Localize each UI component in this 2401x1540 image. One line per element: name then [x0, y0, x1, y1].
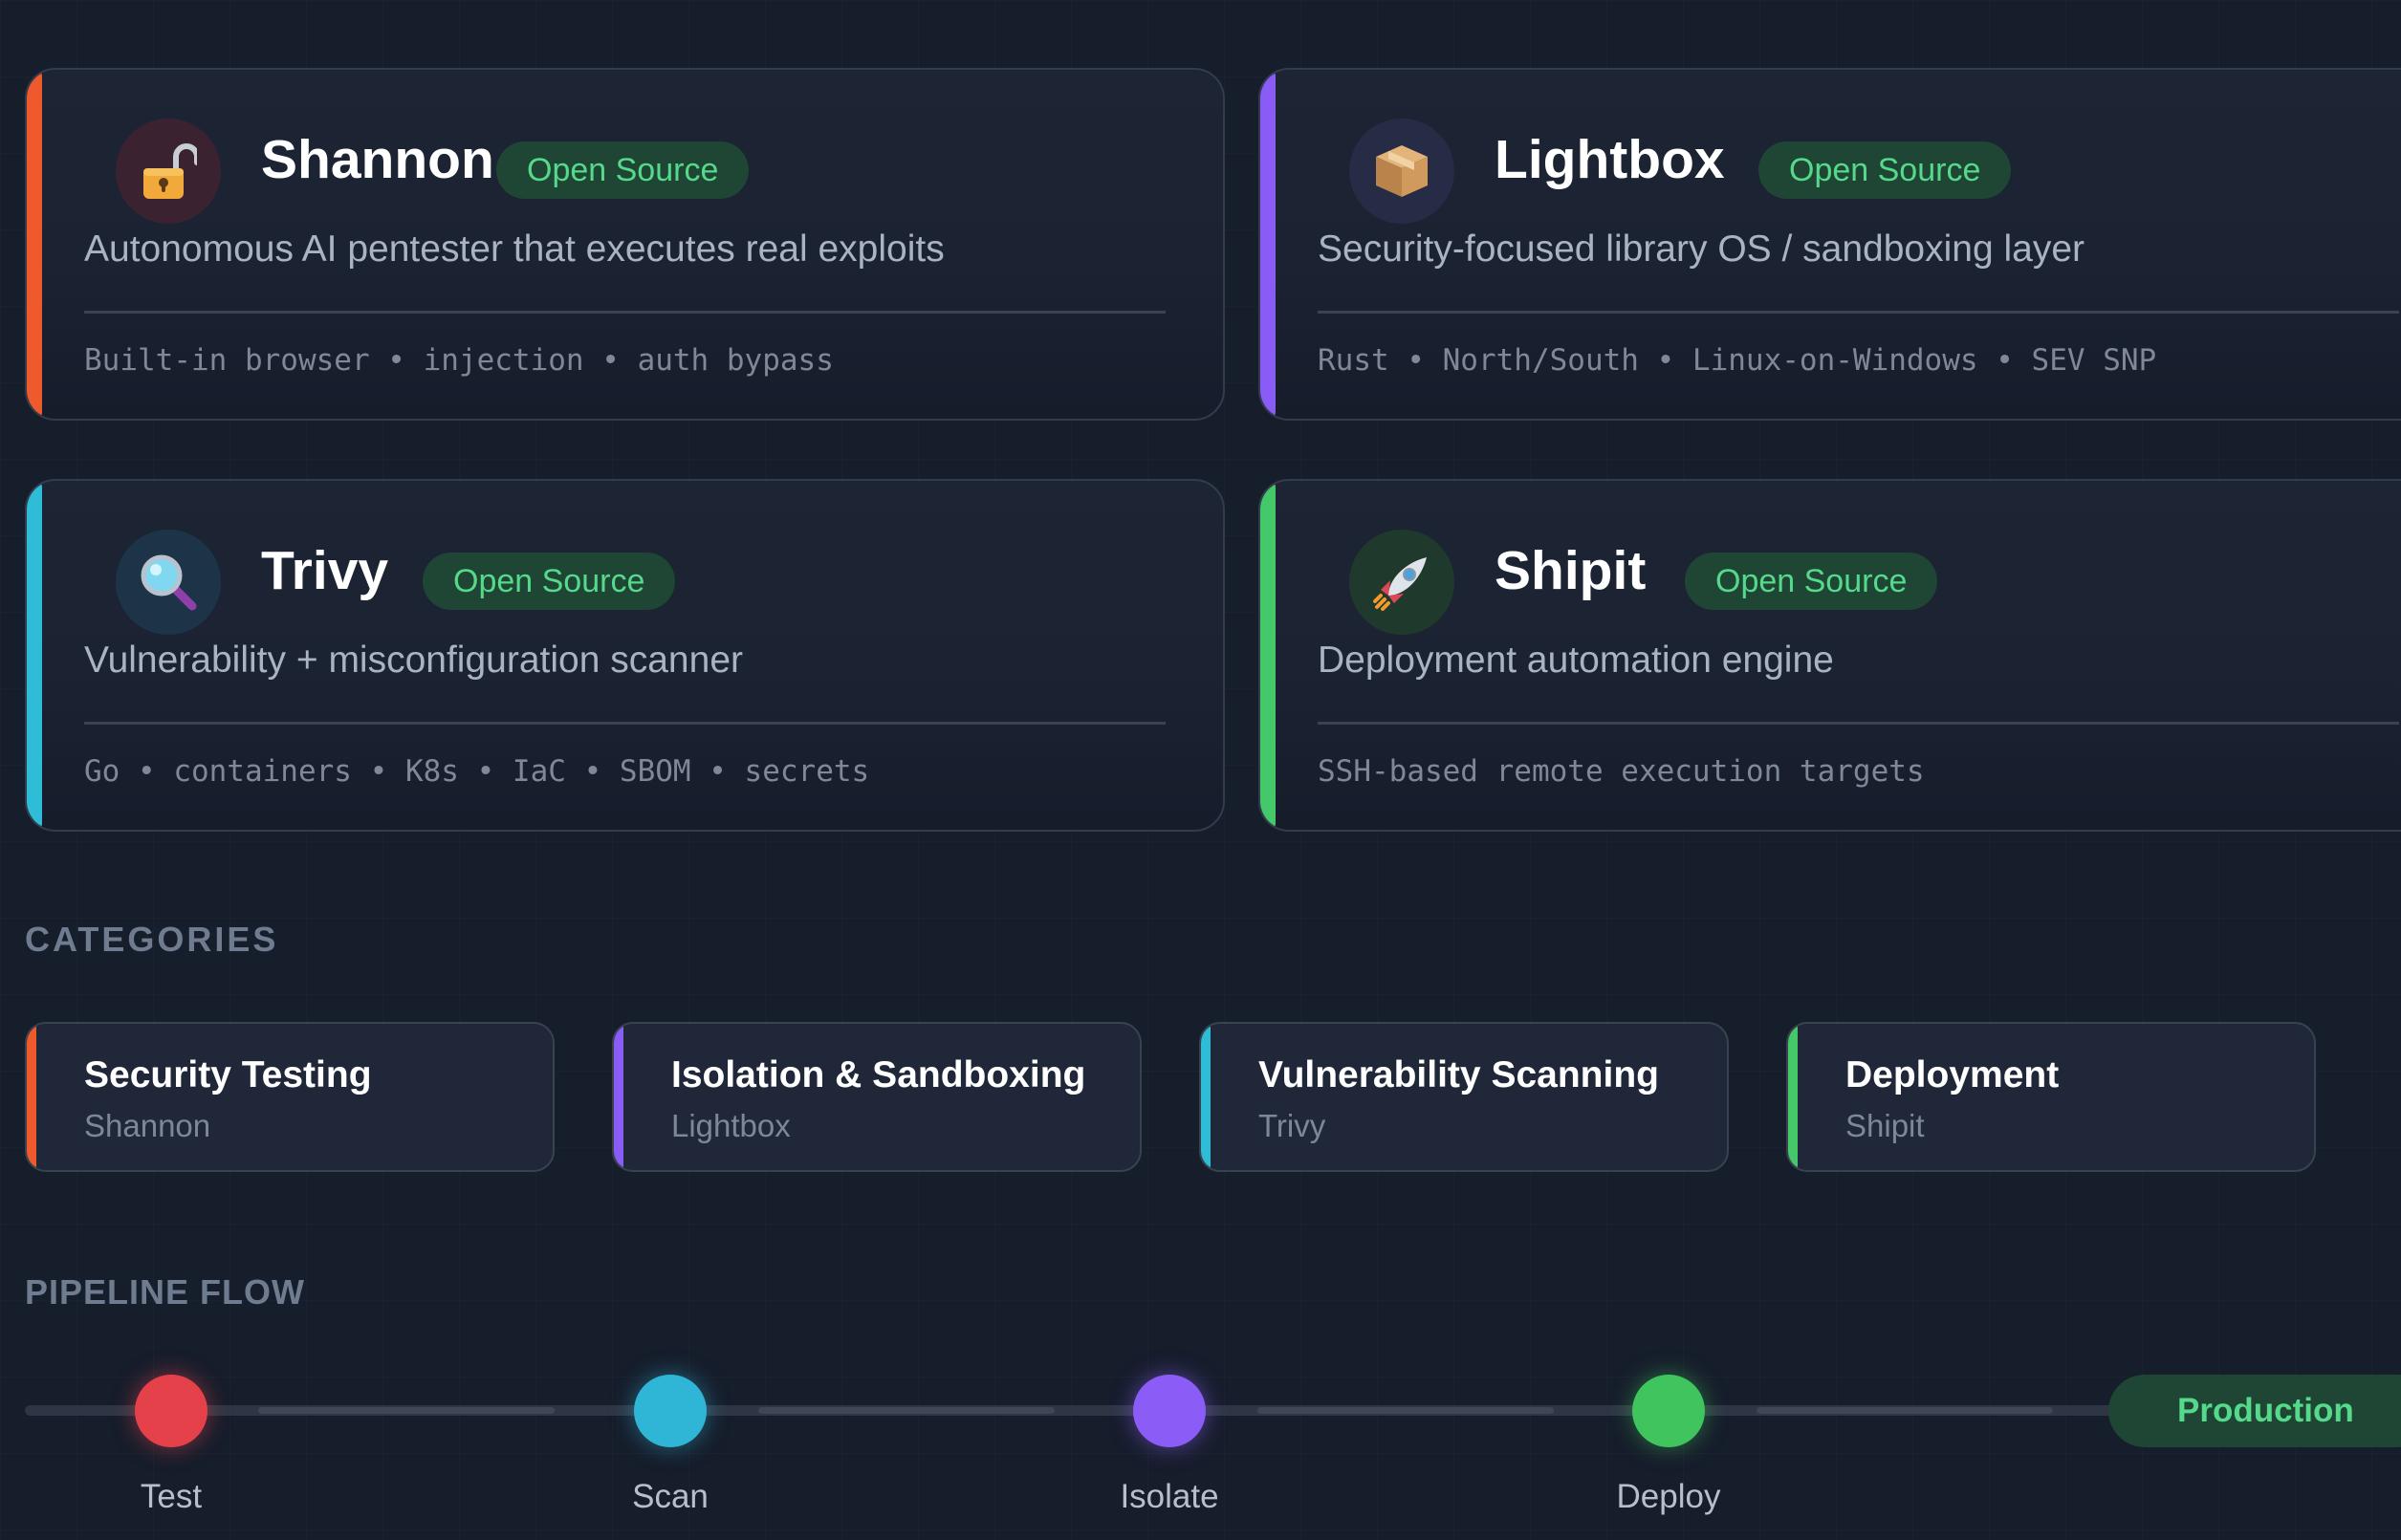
pipeline-connector — [1757, 1407, 2053, 1414]
pipeline-connector — [1257, 1407, 1554, 1414]
category-accent-bar — [1201, 1024, 1211, 1170]
pipeline-connector — [258, 1407, 555, 1414]
category-title: Vulnerability Scanning — [1258, 1054, 1659, 1095]
category-accent-bar — [27, 1024, 36, 1170]
production-pill[interactable]: Production — [2108, 1375, 2401, 1447]
unlocked-padlock-icon — [116, 119, 221, 224]
tool-description: Security-focused library OS / sandboxing… — [1318, 228, 2085, 270]
rocket-icon — [1349, 530, 1454, 635]
tool-name: Lightbox — [1495, 129, 1725, 190]
category-tool: Shipit — [1845, 1108, 1925, 1143]
category-vulnerability-scanning[interactable]: Vulnerability Scanning Trivy — [1199, 1022, 1729, 1172]
pipeline-node-isolate[interactable] — [1133, 1375, 1206, 1447]
card-divider — [1318, 311, 2399, 314]
pipeline-label-isolate: Isolate — [1120, 1478, 1219, 1515]
open-source-badge: Open Source — [1758, 141, 2012, 199]
pipeline-node-test[interactable] — [135, 1375, 207, 1447]
pipeline-label-deploy: Deploy — [1616, 1478, 1721, 1515]
category-accent-bar — [614, 1024, 623, 1170]
pipeline-label-scan: Scan — [632, 1478, 709, 1515]
pipeline-node-scan[interactable] — [634, 1375, 707, 1447]
open-source-badge: Open Source — [423, 553, 676, 610]
category-tool: Trivy — [1258, 1108, 1326, 1143]
magnifying-glass-icon — [116, 530, 221, 635]
tool-tags: Go • containers • K8s • IaC • SBOM • sec… — [84, 754, 870, 789]
card-divider — [84, 311, 1166, 314]
category-security-testing[interactable]: Security Testing Shannon — [25, 1022, 555, 1172]
tool-description: Vulnerability + misconfiguration scanner — [84, 640, 743, 681]
card-divider — [84, 722, 1166, 725]
tool-tags: SSH-based remote execution targets — [1318, 754, 1925, 789]
category-title: Deployment — [1845, 1054, 2060, 1095]
category-tool: Lightbox — [671, 1108, 791, 1143]
categories-heading: CATEGORIES — [25, 920, 279, 959]
open-source-badge: Open Source — [496, 141, 750, 199]
card-divider — [1318, 722, 2399, 725]
category-deployment[interactable]: Deployment Shipit — [1786, 1022, 2316, 1172]
tool-name: Trivy — [261, 540, 389, 601]
open-source-badge: Open Source — [1685, 553, 1938, 610]
category-title: Isolation & Sandboxing — [671, 1054, 1086, 1095]
category-title: Security Testing — [84, 1054, 372, 1095]
card-accent-bar — [1260, 481, 1276, 830]
card-accent-bar — [27, 70, 42, 419]
pipeline-label-test: Test — [140, 1478, 203, 1515]
tool-card-shannon[interactable]: Shannon Open Source Autonomous AI pentes… — [25, 68, 1225, 421]
tool-name: Shipit — [1495, 540, 1647, 601]
tool-description: Deployment automation engine — [1318, 640, 1834, 681]
card-accent-bar — [1260, 70, 1276, 419]
category-tool: Shannon — [84, 1108, 211, 1143]
tool-card-trivy[interactable]: Trivy Open Source Vulnerability + miscon… — [25, 479, 1225, 832]
card-accent-bar — [27, 481, 42, 830]
tool-description: Autonomous AI pentester that executes re… — [84, 228, 945, 270]
tool-card-shipit[interactable]: Shipit Open Source Deployment automation… — [1258, 479, 2401, 832]
tool-card-lightbox[interactable]: Lightbox Open Source Security-focused li… — [1258, 68, 2401, 421]
tool-name: Shannon — [261, 129, 494, 190]
pipeline-heading: PIPELINE FLOW — [25, 1272, 306, 1312]
category-isolation-sandboxing[interactable]: Isolation & Sandboxing Lightbox — [612, 1022, 1142, 1172]
pipeline-connector — [758, 1407, 1055, 1414]
tool-tags: Rust • North/South • Linux-on-Windows • … — [1318, 343, 2157, 378]
pipeline-node-deploy[interactable] — [1632, 1375, 1705, 1447]
package-box-icon — [1349, 119, 1454, 224]
category-accent-bar — [1788, 1024, 1798, 1170]
tool-tags: Built-in browser • injection • auth bypa… — [84, 343, 834, 378]
